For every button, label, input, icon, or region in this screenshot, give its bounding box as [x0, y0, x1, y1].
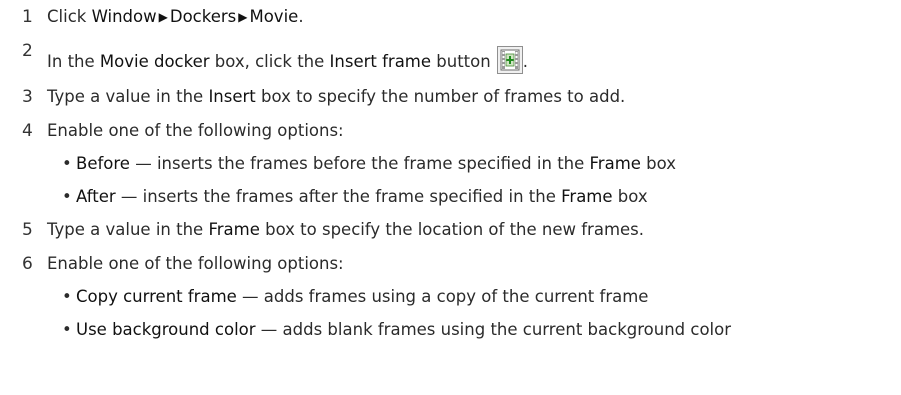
- option-description: box: [612, 187, 648, 206]
- insert-frame-icon: [496, 46, 523, 74]
- insert-box-label: Insert: [208, 87, 256, 106]
- step-number: 4: [22, 121, 33, 141]
- instructions: 1 Click Window ▶ Dockers ▶ Movie. 2 In the M…: [0, 0, 901, 395]
- step-number: 6: [22, 254, 33, 274]
- step-number: 3: [22, 87, 33, 107]
- option-description: — inserts the frames after the frame spe…: [115, 187, 562, 206]
- triangle-right-icon: ▶: [238, 10, 248, 24]
- option-label: Before: [76, 154, 130, 173]
- step-number: 2: [22, 41, 33, 61]
- step-text: box, click the: [209, 52, 330, 71]
- frame-box-label: Frame: [208, 220, 260, 239]
- step-text: Type a value in the: [47, 87, 209, 106]
- option-description: — adds blank frames using the current ba…: [255, 320, 732, 339]
- menu-window: Window: [91, 7, 157, 26]
- step-text: button: [431, 52, 491, 71]
- step-number: 5: [22, 220, 33, 240]
- step-text: Type a value in the: [47, 220, 209, 239]
- option-description: box: [640, 154, 677, 173]
- step-text: Click: [47, 7, 92, 26]
- option-label: After: [76, 187, 116, 206]
- step-text: box to specify the location of the new f…: [259, 220, 645, 239]
- option-description: — adds frames using a copy of the curren…: [236, 287, 649, 306]
- step-text: .: [522, 52, 528, 71]
- bullet-dot: •: [62, 154, 72, 173]
- frame-box-label: Frame: [561, 187, 613, 206]
- step-text: .: [298, 7, 304, 26]
- option-label: Copy current frame: [76, 287, 237, 306]
- bullet-dot: •: [62, 187, 72, 206]
- movie-docker-label: Movie docker: [99, 52, 210, 71]
- menu-movie: Movie: [249, 7, 299, 26]
- step-text: Enable one of the following options:: [47, 121, 344, 140]
- option-description: — inserts the frames before the frame sp…: [129, 154, 590, 173]
- frame-box-label: Frame: [589, 154, 641, 173]
- bullet-dot: •: [62, 287, 72, 306]
- insert-frame-label: Insert frame: [329, 52, 432, 71]
- bullet-dot: •: [62, 320, 72, 339]
- step-text: box to specify the number of frames to a…: [255, 87, 626, 106]
- triangle-right-icon: ▶: [158, 10, 168, 24]
- step-text: In the: [47, 52, 100, 71]
- step-text: Enable one of the following options:: [47, 254, 344, 273]
- step-number: 1: [22, 7, 33, 27]
- menu-dockers: Dockers: [169, 7, 237, 26]
- option-label: Use background color: [76, 320, 256, 339]
